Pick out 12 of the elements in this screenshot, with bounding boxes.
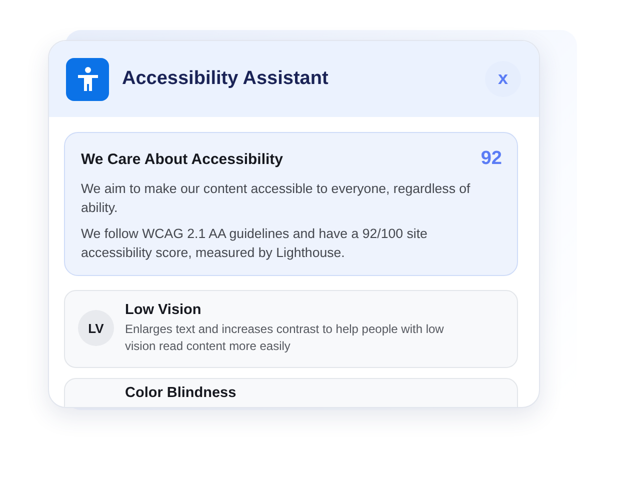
profile-badge: LV xyxy=(78,310,114,346)
panel-title: Accessibility Assistant xyxy=(122,68,330,90)
card-text: We follow WCAG 2.1 AA guidelines and have a 92/100 site accessibility score, measured by Lighthouse. xyxy=(81,225,428,262)
profile-name: Low Vision xyxy=(125,302,202,318)
profile-name: Color Blindness xyxy=(125,385,236,401)
card-title: We Care About Accessibility xyxy=(81,150,284,168)
profile-card[interactable]: Color Blindness xyxy=(64,378,518,407)
score-value: 92 xyxy=(480,148,502,170)
accessibility-icon xyxy=(66,58,109,100)
profile-description: Enlarges text and increases contrast to help people with low vision read content more easily xyxy=(125,321,445,355)
card-text: We aim to make our content accessible to everyone, regardless of ability. xyxy=(81,180,472,217)
profile-card[interactable]: LV Low Vision Enlarges text and increases contrast to help people with low vision read content more easily xyxy=(64,290,518,368)
